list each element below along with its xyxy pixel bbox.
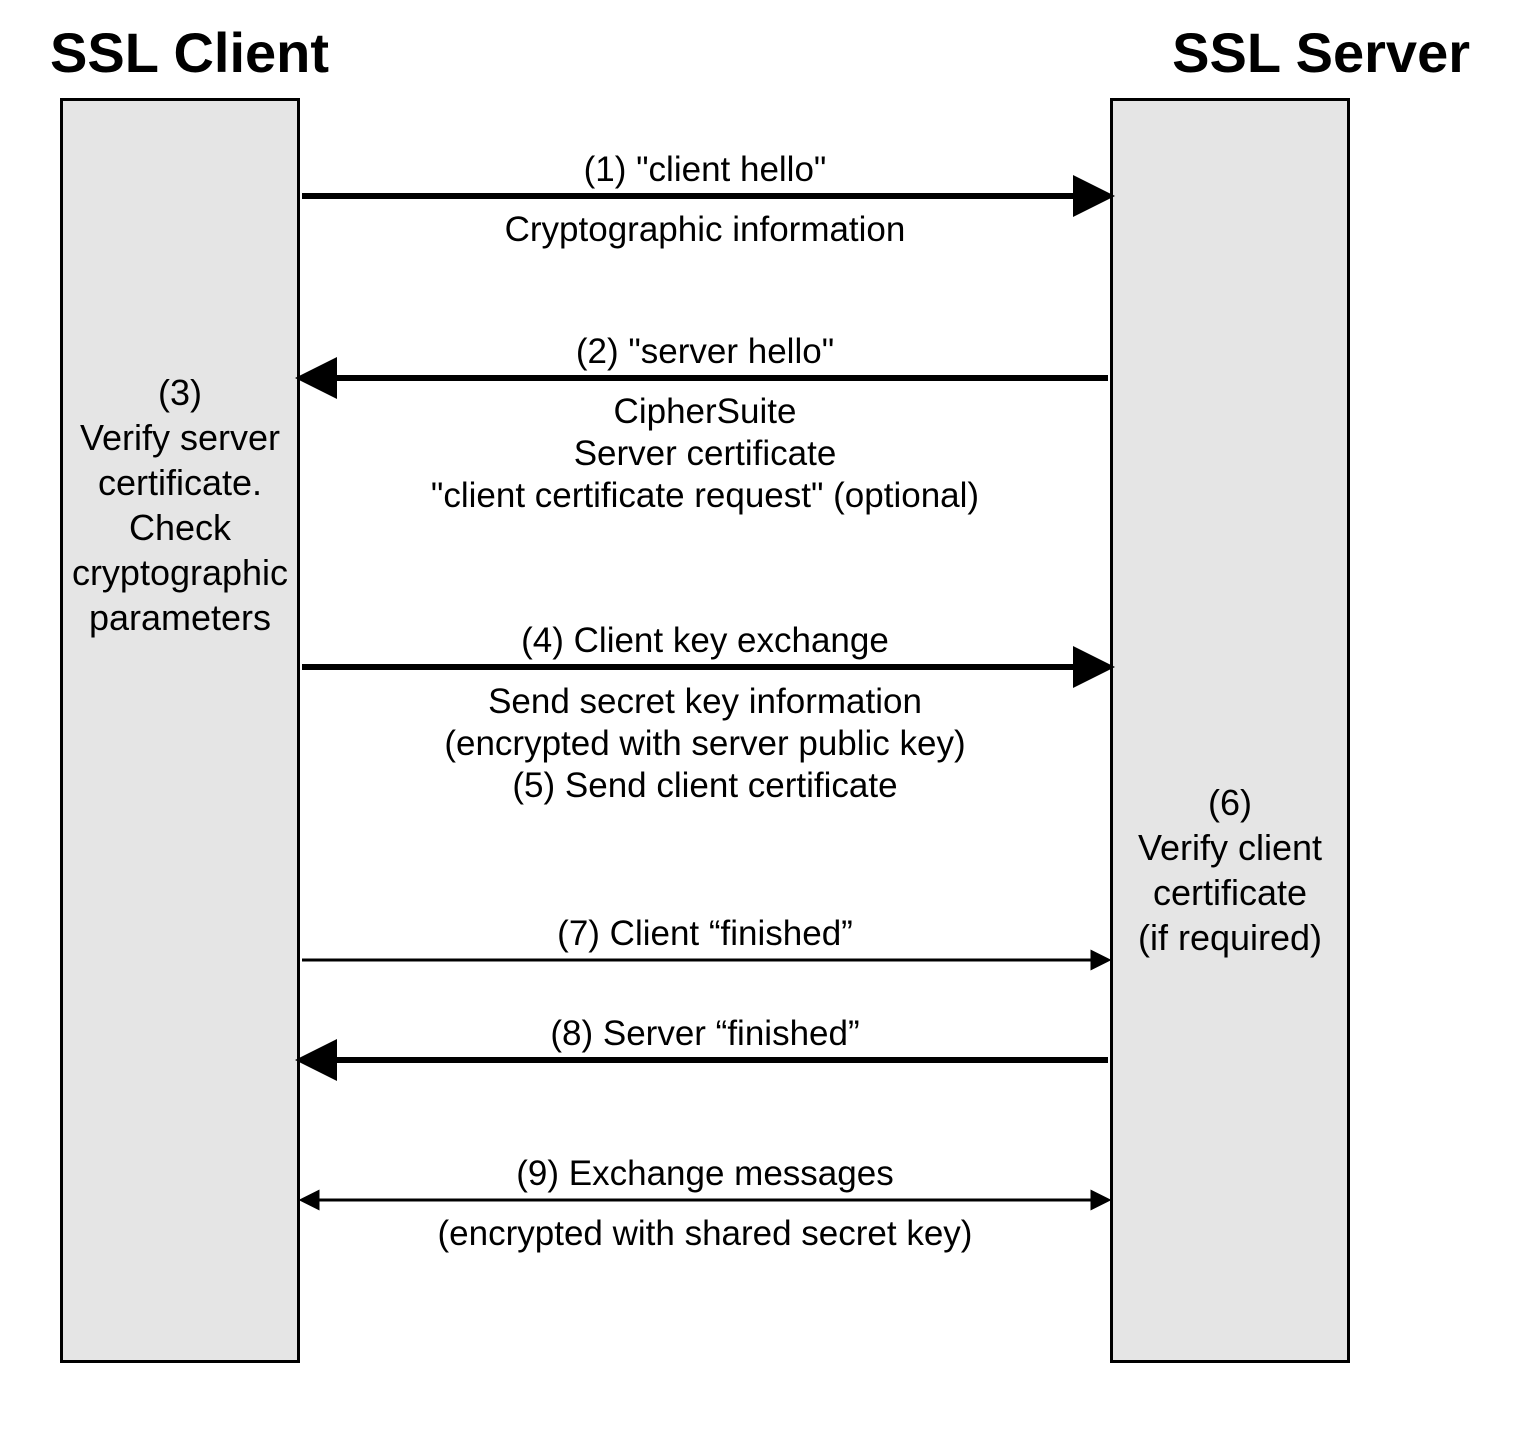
msg-5: (5) Send client certificate: [300, 764, 1110, 808]
msg-2-top: (2) "server hello": [300, 330, 1110, 374]
msg-7: (7) Client “finished”: [300, 912, 1110, 956]
msg-4-b2: (encrypted with server public key): [300, 722, 1110, 766]
msg-1-bot: Cryptographic information: [300, 208, 1110, 252]
msg-8: (8) Server “finished”: [300, 1012, 1110, 1056]
msg-9-top: (9) Exchange messages: [300, 1152, 1110, 1196]
msg-2-b1: CipherSuite: [300, 390, 1110, 434]
msg-4-b1: Send secret key information: [300, 680, 1110, 724]
ssl-handshake-diagram: SSL Client SSL Server (3) Verify server …: [0, 0, 1520, 1429]
msg-2-b3: "client certificate request" (optional): [300, 474, 1110, 518]
msg-4-top: (4) Client key exchange: [300, 619, 1110, 663]
msg-9-bot: (encrypted with shared secret key): [300, 1212, 1110, 1256]
msg-1-top: (1) "client hello": [300, 148, 1110, 192]
msg-2-b2: Server certificate: [300, 432, 1110, 476]
